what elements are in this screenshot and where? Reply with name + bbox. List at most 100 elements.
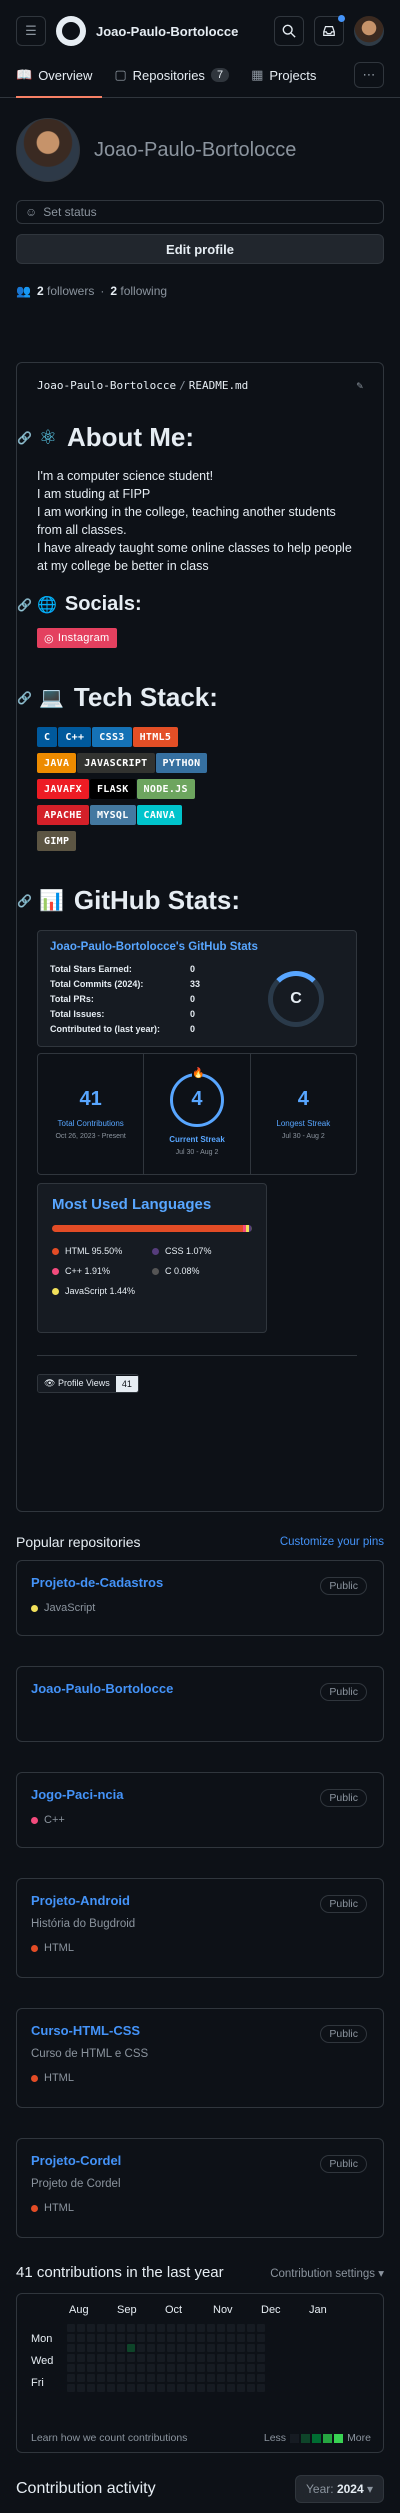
calendar-cell[interactable] — [127, 2334, 135, 2342]
calendar-cell[interactable] — [127, 2374, 135, 2382]
inbox-button[interactable] — [314, 15, 345, 46]
calendar-cell[interactable] — [127, 2364, 135, 2372]
calendar-cell[interactable] — [137, 2384, 145, 2392]
calendar-cell[interactable] — [217, 2354, 225, 2362]
calendar-cell[interactable] — [167, 2384, 175, 2392]
followers-link[interactable]: 2 followers — [37, 284, 94, 298]
calendar-cell[interactable] — [67, 2364, 75, 2372]
calendar-cell[interactable] — [207, 2374, 215, 2382]
profile-avatar[interactable] — [16, 118, 80, 182]
calendar-cell[interactable] — [207, 2384, 215, 2392]
calendar-cell[interactable] — [67, 2334, 75, 2342]
calendar-cell[interactable] — [177, 2384, 185, 2392]
calendar-cell[interactable] — [207, 2334, 215, 2342]
repo-name-link[interactable]: Projeto-Cordel — [31, 2153, 121, 2168]
year-select[interactable]: Year: 2024 ▾ — [295, 2475, 384, 2503]
calendar-cell[interactable] — [227, 2344, 235, 2352]
calendar-cell[interactable] — [147, 2324, 155, 2332]
calendar-cell[interactable] — [197, 2354, 205, 2362]
calendar-cell[interactable] — [217, 2374, 225, 2382]
calendar-cell[interactable] — [227, 2324, 235, 2332]
calendar-cell[interactable] — [87, 2334, 95, 2342]
calendar-cell[interactable] — [257, 2364, 265, 2372]
calendar-cell[interactable] — [187, 2374, 195, 2382]
following-link[interactable]: 2 following — [110, 284, 167, 298]
calendar-cell[interactable] — [107, 2344, 115, 2352]
calendar-cell[interactable] — [117, 2354, 125, 2362]
calendar-cell[interactable] — [137, 2374, 145, 2382]
calendar-cell[interactable] — [257, 2374, 265, 2382]
link-icon[interactable]: 🔗 — [17, 598, 32, 612]
calendar-cell[interactable] — [137, 2354, 145, 2362]
calendar-cell[interactable] — [157, 2374, 165, 2382]
calendar-cell[interactable] — [117, 2334, 125, 2342]
calendar-cell[interactable] — [167, 2334, 175, 2342]
calendar-cell[interactable] — [87, 2384, 95, 2392]
calendar-cell[interactable] — [247, 2354, 255, 2362]
calendar-cell[interactable] — [67, 2384, 75, 2392]
instagram-badge[interactable]: ◎ Instagram — [37, 628, 117, 648]
calendar-cell[interactable] — [147, 2354, 155, 2362]
calendar-cell[interactable] — [187, 2364, 195, 2372]
calendar-cell[interactable] — [207, 2324, 215, 2332]
repo-name-link[interactable]: Joao-Paulo-Bortolocce — [31, 1681, 173, 1696]
calendar-cell[interactable] — [87, 2324, 95, 2332]
calendar-cell[interactable] — [157, 2354, 165, 2362]
calendar-cell[interactable] — [177, 2344, 185, 2352]
calendar-cell[interactable] — [87, 2374, 95, 2382]
calendar-cell[interactable] — [247, 2334, 255, 2342]
repo-name-link[interactable]: Projeto-Android — [31, 1893, 130, 1908]
calendar-cell[interactable] — [197, 2374, 205, 2382]
calendar-cell[interactable] — [127, 2354, 135, 2362]
calendar-cell[interactable] — [117, 2324, 125, 2332]
search-button[interactable] — [274, 16, 304, 46]
calendar-cell[interactable] — [107, 2324, 115, 2332]
calendar-cell[interactable] — [237, 2344, 245, 2352]
tab-repositories[interactable]: ▢ Repositories 7 — [114, 62, 230, 88]
calendar-cell[interactable] — [197, 2344, 205, 2352]
calendar-cell[interactable] — [247, 2344, 255, 2352]
calendar-cell[interactable] — [237, 2374, 245, 2382]
calendar-cell[interactable] — [77, 2334, 85, 2342]
header-username[interactable]: Joao-Paulo-Bortolocce — [96, 24, 264, 39]
calendar-cell[interactable] — [237, 2354, 245, 2362]
calendar-cell[interactable] — [107, 2384, 115, 2392]
calendar-cell[interactable] — [247, 2374, 255, 2382]
readme-file[interactable]: README.md — [189, 379, 249, 392]
calendar-cell[interactable] — [117, 2344, 125, 2352]
tab-projects[interactable]: ▦ Projects — [251, 62, 316, 88]
calendar-cell[interactable] — [97, 2384, 105, 2392]
calendar-cell[interactable] — [167, 2374, 175, 2382]
calendar-cell[interactable] — [107, 2364, 115, 2372]
calendar-cell[interactable] — [67, 2354, 75, 2362]
calendar-cell[interactable] — [117, 2364, 125, 2372]
calendar-cell[interactable] — [237, 2384, 245, 2392]
calendar-cell[interactable] — [217, 2344, 225, 2352]
calendar-cell[interactable] — [137, 2324, 145, 2332]
calendar-cell[interactable] — [157, 2384, 165, 2392]
calendar-cell[interactable] — [177, 2354, 185, 2362]
calendar-cell[interactable] — [167, 2364, 175, 2372]
calendar-cell[interactable] — [177, 2374, 185, 2382]
calendar-cell[interactable] — [187, 2354, 195, 2362]
readme-owner[interactable]: Joao-Paulo-Bortolocce — [37, 379, 176, 392]
repo-name-link[interactable]: Curso-HTML-CSS — [31, 2023, 140, 2038]
calendar-cell[interactable] — [107, 2334, 115, 2342]
calendar-cell[interactable] — [77, 2384, 85, 2392]
calendar-cell[interactable] — [247, 2364, 255, 2372]
calendar-cell[interactable] — [97, 2354, 105, 2362]
tab-overview[interactable]: 📖 Overview — [16, 62, 92, 88]
calendar-cell[interactable] — [77, 2364, 85, 2372]
calendar-cell[interactable] — [157, 2364, 165, 2372]
calendar-cell[interactable] — [167, 2344, 175, 2352]
calendar-cell[interactable] — [197, 2324, 205, 2332]
menu-button[interactable]: ☰ — [16, 16, 46, 46]
calendar-cell[interactable] — [177, 2364, 185, 2372]
calendar-cell[interactable] — [147, 2384, 155, 2392]
calendar-cell[interactable] — [207, 2364, 215, 2372]
calendar-cell[interactable] — [167, 2354, 175, 2362]
calendar-cell[interactable] — [257, 2344, 265, 2352]
calendar-cell[interactable] — [227, 2384, 235, 2392]
calendar-cell[interactable] — [157, 2334, 165, 2342]
contrib-settings[interactable]: Contribution settings ▾ — [270, 2266, 384, 2280]
